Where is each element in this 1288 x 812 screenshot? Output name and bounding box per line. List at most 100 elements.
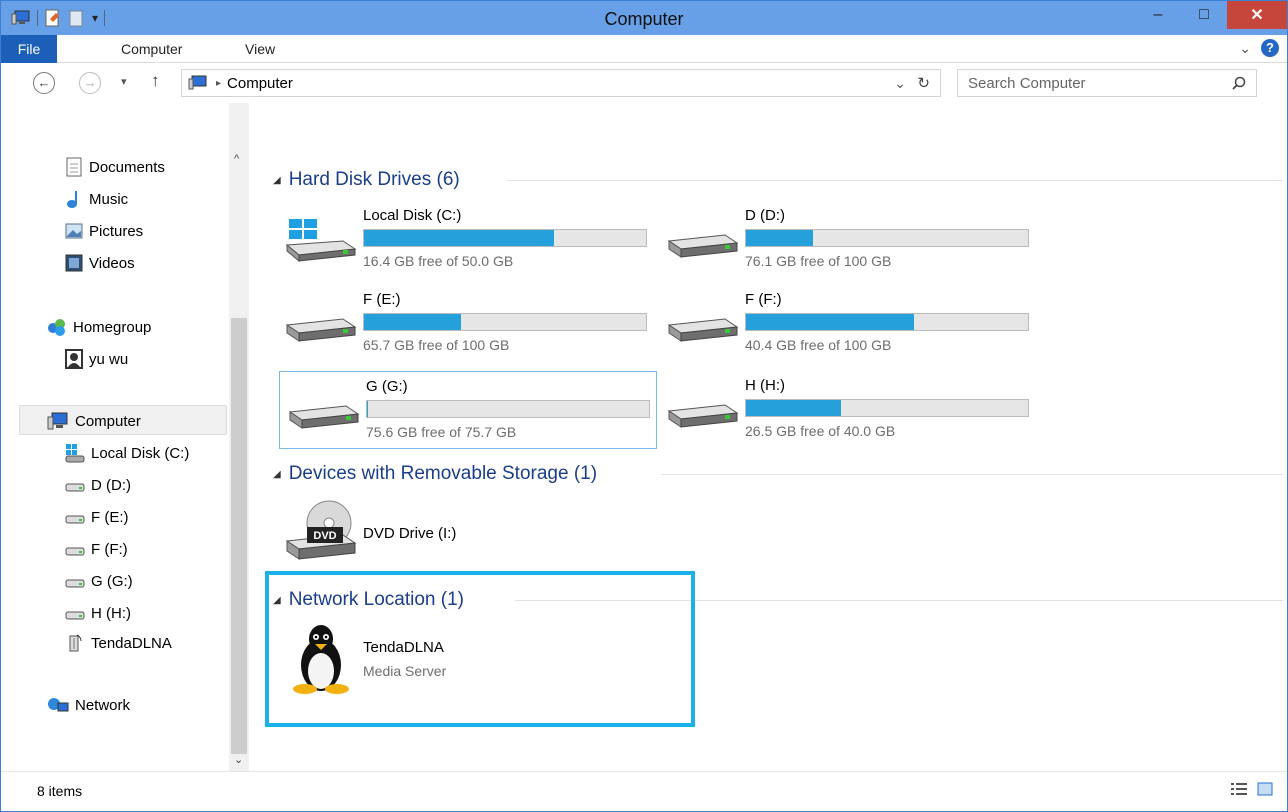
drive-tile-c[interactable]: Local Disk (C:) 16.4 GB free of 50.0 GB xyxy=(277,201,657,277)
nav-label: yu wu xyxy=(89,350,129,368)
nav-label: Computer xyxy=(75,412,141,430)
dvd-drive-tile[interactable]: DVD DVD Drive (I:) xyxy=(277,495,657,575)
nav-item-f[interactable]: F (F:) xyxy=(65,537,128,561)
hard-drive-icon xyxy=(667,234,739,258)
documents-icon xyxy=(66,157,82,177)
drive-tile-h[interactable]: H (H:) 26.5 GB free of 40.0 GB xyxy=(659,371,1039,447)
network-location-highlight xyxy=(265,571,695,727)
search-placeholder: Search Computer xyxy=(968,74,1086,92)
nav-item-local-disk-c[interactable]: Local Disk (C:) xyxy=(65,441,189,465)
address-history-icon[interactable]: ⌄ xyxy=(894,75,906,92)
recent-locations-icon[interactable]: ▾ xyxy=(121,75,127,88)
tab-view[interactable]: View xyxy=(245,35,275,63)
close-button[interactable]: ✕ xyxy=(1227,1,1287,29)
nav-label: Pictures xyxy=(89,222,144,240)
breadcrumb[interactable]: Computer xyxy=(227,75,293,92)
drive-usage-bar xyxy=(366,400,650,418)
network-icon xyxy=(48,698,69,712)
window-controls: – □ ✕ xyxy=(1135,1,1287,31)
nav-label: Music xyxy=(89,190,129,208)
nav-item-network[interactable]: Network xyxy=(47,693,130,717)
nav-item-pictures[interactable]: Pictures xyxy=(65,219,143,243)
drive-usage-fill xyxy=(364,230,554,246)
nav-label: TendaDLNA xyxy=(91,634,172,652)
nav-item-computer[interactable]: Computer xyxy=(47,409,141,433)
pictures-icon xyxy=(65,223,83,239)
scroll-down-icon[interactable]: ⌄ xyxy=(234,753,243,766)
drive-icon xyxy=(65,483,85,492)
group-header-hard-disk-drives[interactable]: ◢ Hard Disk Drives (6) xyxy=(273,167,460,193)
nav-item-d[interactable]: D (D:) xyxy=(65,473,131,497)
forward-button[interactable]: → xyxy=(79,72,101,94)
hard-drive-icon xyxy=(667,404,739,428)
navigation-bar: ← → ▾ ↑ ▸ Computer ⌄ ↻ Search Computer xyxy=(1,63,1287,103)
drive-icon xyxy=(65,515,85,524)
drive-free-space: 76.1 GB free of 100 GB xyxy=(745,253,892,269)
drive-tile-d[interactable]: D (D:) 76.1 GB free of 100 GB xyxy=(659,201,1039,277)
back-button[interactable]: ← xyxy=(33,72,55,94)
drive-usage-bar xyxy=(745,313,1029,331)
tab-file[interactable]: File xyxy=(1,35,57,63)
breadcrumb-chevron-icon[interactable]: ▸ xyxy=(216,78,221,89)
drive-usage-bar xyxy=(745,229,1029,247)
group-header-removable-storage[interactable]: ◢ Devices with Removable Storage (1) xyxy=(273,461,597,487)
nav-label: Homegroup xyxy=(73,318,152,336)
large-icons-view-icon[interactable] xyxy=(1257,782,1273,796)
dvd-drive-icon: DVD xyxy=(285,500,357,560)
network-drive-icon xyxy=(69,634,82,652)
refresh-icon[interactable]: ↻ xyxy=(917,74,930,92)
window-title: Computer xyxy=(604,9,684,29)
help-icon[interactable]: ? xyxy=(1261,39,1279,57)
details-view-icon[interactable] xyxy=(1231,782,1247,796)
nav-label: H (H:) xyxy=(91,604,131,622)
status-bar: 8 items xyxy=(1,771,1287,811)
minimize-button[interactable]: – xyxy=(1135,1,1181,29)
nav-label: G (G:) xyxy=(91,572,133,590)
tab-computer[interactable]: Computer xyxy=(121,35,182,63)
ribbon-controls: ⌄ ? xyxy=(1239,39,1279,57)
drive-name: G (G:) xyxy=(366,378,408,395)
drive-tile-f[interactable]: F (F:) 40.4 GB free of 100 GB xyxy=(659,285,1039,361)
nav-item-e[interactable]: F (E:) xyxy=(65,505,129,529)
explorer-window: ▾ Computer – □ ✕ File Computer View ⌄ ? … xyxy=(0,0,1288,812)
collapse-triangle-icon[interactable]: ◢ xyxy=(273,469,281,480)
scroll-up-icon[interactable]: ^ xyxy=(234,153,239,165)
drive-free-space: 26.5 GB free of 40.0 GB xyxy=(745,423,896,439)
nav-item-g[interactable]: G (G:) xyxy=(65,569,133,593)
maximize-button[interactable]: □ xyxy=(1181,1,1227,29)
drive-icon xyxy=(65,547,85,556)
search-icon[interactable] xyxy=(1232,76,1246,90)
expand-ribbon-icon[interactable]: ⌄ xyxy=(1239,40,1251,57)
nav-item-documents[interactable]: Documents xyxy=(65,155,165,179)
nav-item-homegroup[interactable]: Homegroup xyxy=(47,315,151,339)
nav-item-videos[interactable]: Videos xyxy=(65,251,135,275)
nav-label: Documents xyxy=(89,158,165,176)
nav-scrollbar[interactable]: ^ ⌄ xyxy=(229,103,249,771)
drive-tile-g[interactable]: G (G:) 75.6 GB free of 75.7 GB xyxy=(279,371,657,449)
drive-usage-bar xyxy=(745,399,1029,417)
collapse-triangle-icon[interactable]: ◢ xyxy=(273,175,281,186)
ribbon-tabs: File Computer View ⌄ ? xyxy=(1,35,1287,63)
nav-item-music[interactable]: Music xyxy=(65,187,128,211)
hard-drive-icon xyxy=(288,405,360,429)
nav-item-user[interactable]: yu wu xyxy=(65,347,128,371)
nav-item-h[interactable]: H (H:) xyxy=(65,601,131,625)
drive-icon xyxy=(65,611,85,620)
group-divider xyxy=(507,180,1283,181)
drive-usage-bar xyxy=(363,313,647,331)
drive-usage-bar xyxy=(363,229,647,247)
nav-label: Network xyxy=(75,696,131,714)
drive-name: F (E:) xyxy=(363,291,401,308)
up-button[interactable]: ↑ xyxy=(151,71,160,91)
hard-drive-icon xyxy=(667,318,739,342)
drive-icon xyxy=(65,579,85,588)
title-bar: ▾ Computer – □ ✕ xyxy=(1,1,1287,35)
nav-item-tendadlna[interactable]: TendaDLNA xyxy=(65,631,172,655)
search-input[interactable]: Search Computer xyxy=(957,69,1257,97)
drive-free-space: 75.6 GB free of 75.7 GB xyxy=(366,424,517,440)
drive-usage-fill xyxy=(746,230,814,246)
drive-tile-e[interactable]: F (E:) 65.7 GB free of 100 GB xyxy=(277,285,657,361)
address-bar[interactable]: ▸ Computer ⌄ ↻ xyxy=(181,69,941,97)
scroll-thumb[interactable] xyxy=(231,318,247,754)
music-icon xyxy=(67,191,77,208)
